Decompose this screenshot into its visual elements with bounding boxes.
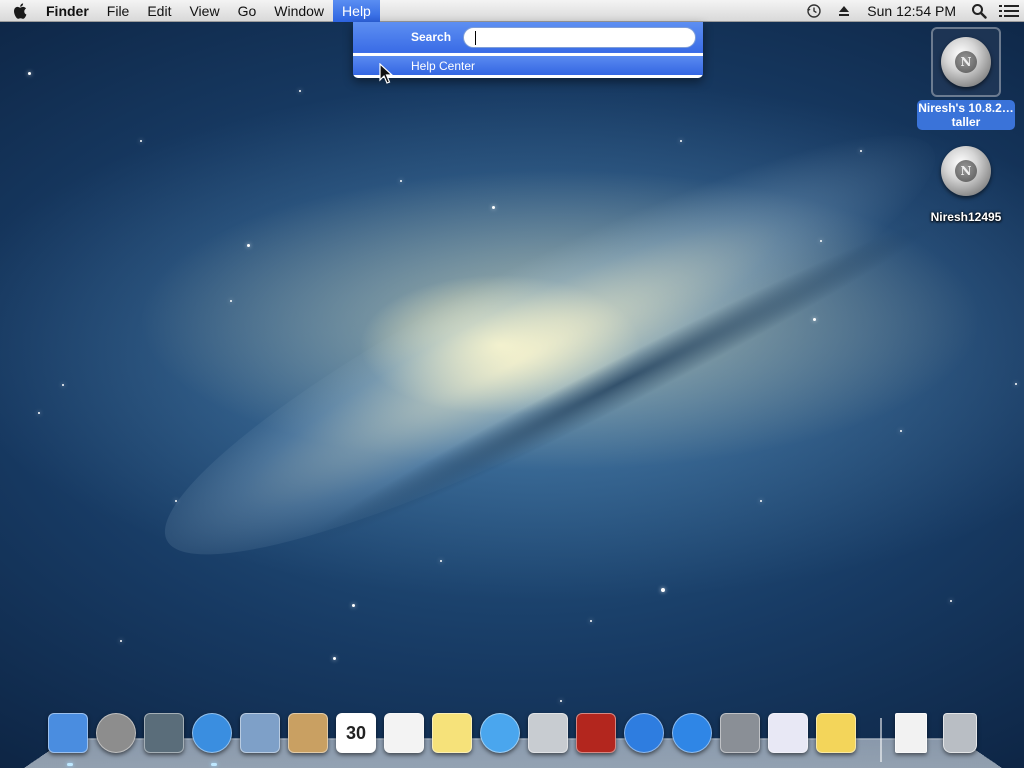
hard-disk-icon[interactable]: N [941,146,991,196]
star [492,206,495,209]
desktop-icon-niresh-label[interactable]: Niresh12495 [916,210,1016,224]
system-preferences-gear-icon[interactable] [718,711,762,755]
launchpad-rocket-icon[interactable] [94,711,138,755]
desktop-icon-installer[interactable]: N [931,27,1001,97]
wizard-icon[interactable] [766,711,810,755]
star [400,180,402,182]
star [38,412,40,414]
reminders-icon[interactable] [382,711,426,755]
document-stack-icon[interactable] [889,711,933,755]
star [230,300,232,302]
star [860,150,862,152]
star [813,318,816,321]
text-caret [475,31,476,45]
running-indicator [67,763,73,766]
menu-help[interactable]: Help [333,0,380,22]
stickies-icon[interactable] [814,711,858,755]
reminders-tile [384,713,424,753]
itunes-note-tile [624,713,664,753]
star [352,604,355,607]
wizard-tile [768,713,808,753]
star [661,588,665,592]
app-store-tile [672,713,712,753]
safari-compass-icon[interactable] [190,711,234,755]
menu-item-help-center[interactable]: Help Center [353,56,703,75]
disk-logo: N [955,51,977,73]
star [560,700,562,702]
contacts-book-tile [288,713,328,753]
trash-icon[interactable] [938,711,982,755]
menu-bottom-edge [353,75,703,78]
help-search-row: Search [353,22,703,52]
mail-stamp-tile [240,713,280,753]
star [62,384,64,386]
dock-separator [880,718,882,762]
launchpad-rocket-tile [96,713,136,753]
calendar-tile: 30 [336,713,376,753]
app-store-icon[interactable] [670,711,714,755]
messages-bubble-icon[interactable] [478,711,522,755]
document-stack-tile [895,713,927,753]
safari-compass-tile [192,713,232,753]
notes-tile [432,713,472,753]
photo-booth-tile [576,713,616,753]
time-machine-icon[interactable] [799,0,829,22]
star [28,72,31,75]
star [900,430,902,432]
menu-go[interactable]: Go [229,0,266,22]
notification-center-icon[interactable] [994,0,1024,22]
help-search-input[interactable] [463,27,696,48]
itunes-note-icon[interactable] [622,711,666,755]
star [175,500,177,502]
facetime-camera-icon[interactable] [526,711,570,755]
mail-stamp-icon[interactable] [238,711,282,755]
running-indicator [211,763,217,766]
star [760,500,762,502]
calendar-icon[interactable]: 30 [334,711,378,755]
installer-disk-icon: N [941,37,991,87]
apple-logo-icon[interactable] [0,0,40,22]
disk-logo: N [955,160,977,182]
spotlight-search-icon[interactable] [964,0,994,22]
facetime-camera-tile [528,713,568,753]
star [120,640,122,642]
finder-tile [48,713,88,753]
status-area: Sun 12:54 PM [799,0,1024,22]
contacts-book-icon[interactable] [286,711,330,755]
star [247,244,250,247]
star [1015,383,1017,385]
menu-window[interactable]: Window [265,0,333,22]
help-search-label: Search [411,30,452,44]
calendar-date: 30 [345,722,367,743]
mouse-pointer-icon [379,62,394,85]
menu-edit[interactable]: Edit [138,0,180,22]
help-menu-dropdown: Search Help Center [353,22,703,78]
star [333,657,336,660]
menu-bar: Finder File Edit View Go Window Help Sun… [0,0,1024,22]
star [820,240,822,242]
finder-icon[interactable] [46,711,90,755]
star [950,600,952,602]
menu-file[interactable]: File [98,0,139,22]
help-center-label: Help Center [411,59,476,73]
system-preferences-gear-tile [720,713,760,753]
star [590,620,592,622]
eject-icon[interactable] [829,0,859,22]
desktop-icon-installer-label[interactable]: Niresh's 10.8.2…taller [917,100,1015,130]
notes-icon[interactable] [430,711,474,755]
photo-booth-icon[interactable] [574,711,618,755]
mission-control-icon[interactable] [142,711,186,755]
star [140,140,142,142]
menu-app-finder[interactable]: Finder [40,0,98,22]
menu-view[interactable]: View [180,0,228,22]
trash-tile [943,713,977,753]
star [680,140,682,142]
star [299,90,301,92]
stickies-tile [816,713,856,753]
mission-control-tile [144,713,184,753]
menu-clock[interactable]: Sun 12:54 PM [859,0,964,22]
star [440,560,442,562]
messages-bubble-tile [480,713,520,753]
